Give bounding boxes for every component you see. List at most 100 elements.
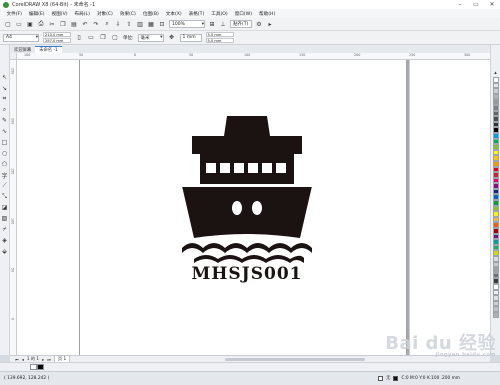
deck-line (182, 184, 312, 187)
fill-swatch[interactable] (378, 375, 384, 381)
artistic-media-icon[interactable]: ∿ (1, 127, 8, 136)
copy-icon[interactable]: ❐ (59, 20, 67, 28)
connector-tool-icon[interactable]: ⤡ (1, 193, 8, 202)
rulers-icon[interactable]: ⊥ (219, 20, 227, 28)
vertical-ruler[interactable]: 250 200 150 100 50 0 (10, 60, 17, 355)
ship-logo-artwork[interactable]: MHSJS001 (172, 108, 322, 302)
prev-page-icon[interactable]: ◂ (22, 357, 24, 362)
units-dropdown[interactable]: 毫米 ▾ (137, 33, 164, 42)
landscape-icon[interactable]: ▭ (87, 34, 95, 42)
palette-swatch[interactable] (492, 311, 499, 318)
units-value: 毫米 (140, 35, 150, 41)
freehand-tool-icon[interactable]: ✎ (1, 117, 8, 126)
first-page-icon[interactable]: ⏮ (15, 357, 19, 362)
horizontal-ruler[interactable]: 100 50 0 50 100 150 200 250 300 (10, 53, 490, 60)
menu-effects[interactable]: 效果(C) (116, 11, 139, 17)
options-gear-icon[interactable]: ⚙ (255, 20, 263, 28)
save-icon[interactable]: ▣ (26, 20, 34, 28)
app-launcher-icon[interactable]: ▦ (147, 20, 155, 28)
ship-logo-graphic[interactable] (172, 108, 322, 264)
menu-table[interactable]: 表格(T) (185, 11, 208, 17)
menu-text[interactable]: 文本(X) (162, 11, 185, 17)
zoom-level-value: 100% (172, 21, 185, 27)
portrait-icon[interactable]: ▯ (75, 34, 83, 42)
menu-window[interactable]: 窗口(W) (231, 11, 255, 17)
document-tabs: 欢迎屏幕 未命名 -1 (10, 45, 490, 53)
menu-edit[interactable]: 编辑(E) (25, 11, 48, 17)
nudge-distance-field[interactable]: 1 mm (179, 33, 202, 42)
minimize-button[interactable]: – (452, 0, 468, 9)
menu-layout[interactable]: 布局(L) (71, 11, 93, 17)
duplicate-x-field[interactable]: 5.0 mm (205, 32, 234, 37)
publish-pdf-icon[interactable]: ▥ (136, 20, 144, 28)
full-screen-icon[interactable]: ⊡ (158, 20, 166, 28)
close-button[interactable]: ✕ (484, 0, 500, 9)
tab-untitled-1[interactable]: 未命名 -1 (35, 46, 62, 53)
menu-object[interactable]: 对象(C) (93, 11, 116, 17)
outline-swatch[interactable] (393, 375, 399, 381)
fit-page-icon[interactable]: ⊞ (208, 20, 216, 28)
menu-help[interactable]: 帮助(H) (256, 11, 279, 17)
document-palette (0, 362, 500, 371)
zoom-tool-icon[interactable]: ⌕ (1, 106, 8, 115)
maximize-button[interactable]: ▭ (468, 0, 484, 9)
export-icon[interactable]: ⇧ (125, 20, 133, 28)
print-icon[interactable]: ⎙ (37, 20, 45, 28)
hull-porthole-right (252, 201, 262, 215)
launch-icon[interactable]: ▸ (266, 20, 274, 28)
ellipse-tool-icon[interactable]: ○ (1, 149, 8, 158)
snap-to-dropdown[interactable]: 贴齐(T) (230, 20, 252, 28)
cabin-window (220, 163, 230, 173)
menu-bitmaps[interactable]: 位图(B) (139, 11, 162, 17)
ruler-tick-label: 0 (134, 53, 137, 57)
polygon-tool-icon[interactable]: ⬠ (1, 160, 8, 169)
import-icon[interactable]: ⇩ (114, 20, 122, 28)
menu-file[interactable]: 文件(F) (3, 11, 25, 17)
ruler-origin[interactable] (10, 53, 17, 60)
drop-shadow-icon[interactable]: ◪ (1, 204, 8, 213)
doc-swatch-black[interactable] (37, 364, 44, 370)
interactive-fill-icon[interactable]: ◈ (1, 236, 8, 245)
open-folder-icon[interactable]: ▭ (15, 20, 23, 28)
page-size-dropdown[interactable]: A4 ▾ (3, 33, 39, 42)
menu-tools[interactable]: 工具(O) (208, 11, 231, 17)
zoom-level-dropdown[interactable]: 100% ▾ (169, 20, 205, 28)
page-width-field[interactable]: 210.0 mm (43, 32, 71, 37)
outline-label: C:0 M:0 Y:0 K:100 .200 mm (401, 375, 460, 381)
ruler-tick-label: 250 (10, 68, 15, 75)
doc-swatch-white[interactable] (30, 364, 37, 370)
parallel-dimension-icon[interactable]: ⟋ (1, 182, 8, 191)
tab-welcome[interactable]: 欢迎屏幕 (10, 46, 36, 53)
toolbox: ↖ ↘ ⌗ ⌕ ✎ ∿ □ ○ ⬠ 字 ⟋ ⤡ ◪ ▨ ⌿ ◈ ⬙ (0, 45, 10, 355)
crop-tool-icon[interactable]: ⌗ (1, 95, 8, 104)
transparency-icon[interactable]: ▨ (1, 215, 8, 224)
eyedropper-icon[interactable]: ⌿ (1, 225, 8, 234)
duplicate-y-field[interactable]: 5.0 mm (205, 38, 234, 43)
all-pages-icon[interactable]: ❐ (99, 34, 107, 42)
palette-scroll-up-icon[interactable]: ▴ (492, 69, 500, 77)
drawing-workspace[interactable]: MHSJS001 (17, 60, 490, 355)
paste-icon[interactable]: ▤ (70, 20, 78, 28)
smart-fill-icon[interactable]: ⬙ (1, 247, 8, 256)
new-document-icon[interactable]: ▢ (4, 20, 12, 28)
pick-tool-icon[interactable]: ↖ (1, 73, 8, 82)
logo-text[interactable]: MHSJS001 (172, 264, 322, 284)
menu-view[interactable]: 视图(V) (48, 11, 71, 17)
status-bar: ( 139.692, 128.242 ) 无 C:0 M:0 Y:0 K:100… (0, 371, 500, 385)
shape-tool-icon[interactable]: ↘ (1, 84, 8, 93)
property-bar: A4 ▾ 210.0 mm 297.0 mm ▯ ▭ ❐ ▢ 单位: 毫米 ▾ ✥ … (0, 31, 500, 45)
horizontal-scrollbar[interactable] (225, 357, 365, 361)
chevron-down-icon: ▾ (160, 35, 163, 40)
redo-icon[interactable]: ↷ (92, 20, 100, 28)
next-page-icon[interactable]: ▸ (42, 357, 44, 362)
undo-icon[interactable]: ↶ (81, 20, 89, 28)
page-height-field[interactable]: 297.0 mm (43, 38, 71, 43)
text-tool-icon[interactable]: 字 (1, 171, 8, 180)
ruler-tick-label: 100 (244, 53, 251, 57)
search-content-icon[interactable]: ⌕ (103, 20, 111, 28)
rectangle-tool-icon[interactable]: □ (1, 138, 8, 147)
last-page-icon[interactable]: ⏭ (47, 357, 51, 362)
current-page-icon[interactable]: ▢ (111, 34, 119, 42)
wave-lower (194, 255, 304, 263)
cut-icon[interactable]: ✂ (48, 20, 56, 28)
